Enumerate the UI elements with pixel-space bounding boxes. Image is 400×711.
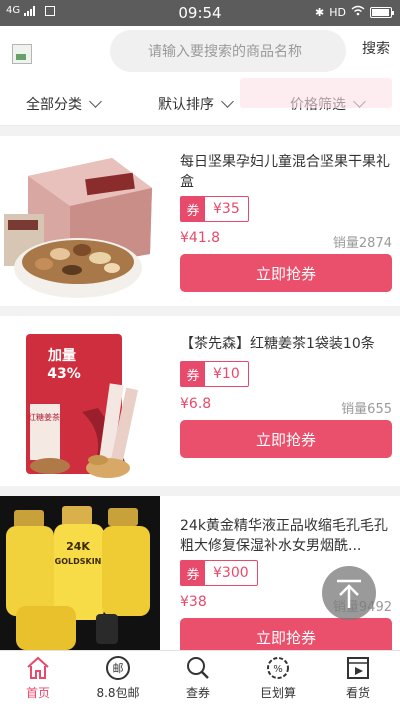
filter-category-label: 全部分类 [26,97,82,113]
product-card[interactable]: 加量 43% 红糖姜茶 【茶先森】红糖姜茶1袋装10条 券 ¥10 ¥6.8 销… [0,316,400,486]
product-image-nut-giftbox [0,136,160,306]
wifi-icon [351,5,365,19]
image-label-extra: 加量 [47,348,76,364]
status-bar: 4G 09:54 ✱ HD [0,0,400,26]
product-price: ¥38 [180,594,207,610]
product-card[interactable]: 每日坚果孕妇儿童混合坚果干果礼盒 券 ¥35 ¥41.8 销量2874 立即抢券 [0,136,400,306]
mail-stamp-icon: 邮 [106,656,130,680]
home-icon [27,656,49,679]
app-screen: 4G 09:54 ✱ HD 请输入要搜索的商品名称 搜索 全部分类 默认排序 每… [0,0,400,711]
nav-home-label: 首页 [25,686,50,700]
coupon-tag: 券 [181,561,205,585]
product-image-gold-serum: 24K GOLDSKIN [0,496,160,650]
app-logo-icon[interactable] [12,44,32,64]
nav-check-coupon-label: 查券 [185,686,210,700]
coupon-tag: 券 [181,362,205,386]
status-right: ✱ HD [315,5,394,19]
chevron-down-icon [221,95,234,108]
product-title[interactable]: 24k黄金精华液正品收缩毛孔毛孔粗大修复保湿补水女男烟酰... [180,516,392,556]
coupon-badge: 券 ¥10 [180,361,249,387]
image-label-24k: 24K [66,540,90,553]
bluetooth-icon: ✱ [315,5,325,19]
back-to-top-button[interactable] [322,566,376,620]
nav-watch-goods-label: 看货 [345,686,370,700]
search-placeholder: 请输入要搜索的商品名称 [148,44,302,60]
arrow-up-icon [337,579,361,608]
search-input[interactable]: 请输入要搜索的商品名称 [110,30,346,72]
nav-free-shipping[interactable]: 邮 8.8包邮 [88,655,148,701]
chevron-down-icon [89,95,102,108]
filter-sort[interactable]: 默认排序 [158,94,234,114]
filter-sort-label: 默认排序 [158,97,214,113]
product-image-ginger-tea: 加量 43% 红糖姜茶 [0,316,160,486]
discount-gear-icon: % [267,657,289,679]
coupon-value: ¥35 [213,201,240,217]
nav-watch-goods[interactable]: 看货 [328,655,388,701]
product-title[interactable]: 每日坚果孕妇儿童混合坚果干果礼盒 [180,152,392,192]
product-title[interactable]: 【茶先森】红糖姜茶1袋装10条 [180,334,392,354]
coupon-value: ¥300 [213,565,249,581]
product-price: ¥6.8 [180,396,212,412]
image-label-goldskin: GOLDSKIN [55,557,102,566]
svg-text:邮: 邮 [113,662,124,675]
product-sales: 销量655 [341,402,392,417]
nav-great-deals[interactable]: % 巨划算 [248,655,308,701]
search-button[interactable]: 搜索 [362,38,390,58]
image-label-tea: 红糖姜茶 [28,412,60,422]
search-icon [187,657,209,679]
nav-great-deals-label: 巨划算 [259,686,296,700]
product-price: ¥41.8 [180,230,221,246]
svg-text:%: % [273,664,283,675]
hd-label: HD [329,5,346,19]
grab-coupon-button[interactable]: 立即抢券 [180,420,392,458]
coupon-badge: 券 ¥35 [180,196,249,222]
product-sales: 销量2874 [332,236,392,251]
bottom-nav: 首页 邮 8.8包邮 查券 % 巨划算 看货 [0,650,400,711]
nav-check-coupon[interactable]: 查券 [168,655,228,701]
filter-category[interactable]: 全部分类 [26,94,102,114]
coupon-tag: 券 [181,197,205,221]
image-label-percent: 43% [47,366,81,382]
nav-home[interactable]: 首页 [8,655,68,701]
app-header: 请输入要搜索的商品名称 搜索 [0,26,400,80]
video-icon [347,657,369,679]
ghost-buy-button [240,78,392,108]
nav-free-shipping-label: 8.8包邮 [96,686,140,700]
coupon-value: ¥10 [213,366,240,382]
grab-coupon-button[interactable]: 立即抢券 [180,254,392,292]
battery-icon [370,6,394,18]
coupon-badge: 券 ¥300 [180,560,258,586]
